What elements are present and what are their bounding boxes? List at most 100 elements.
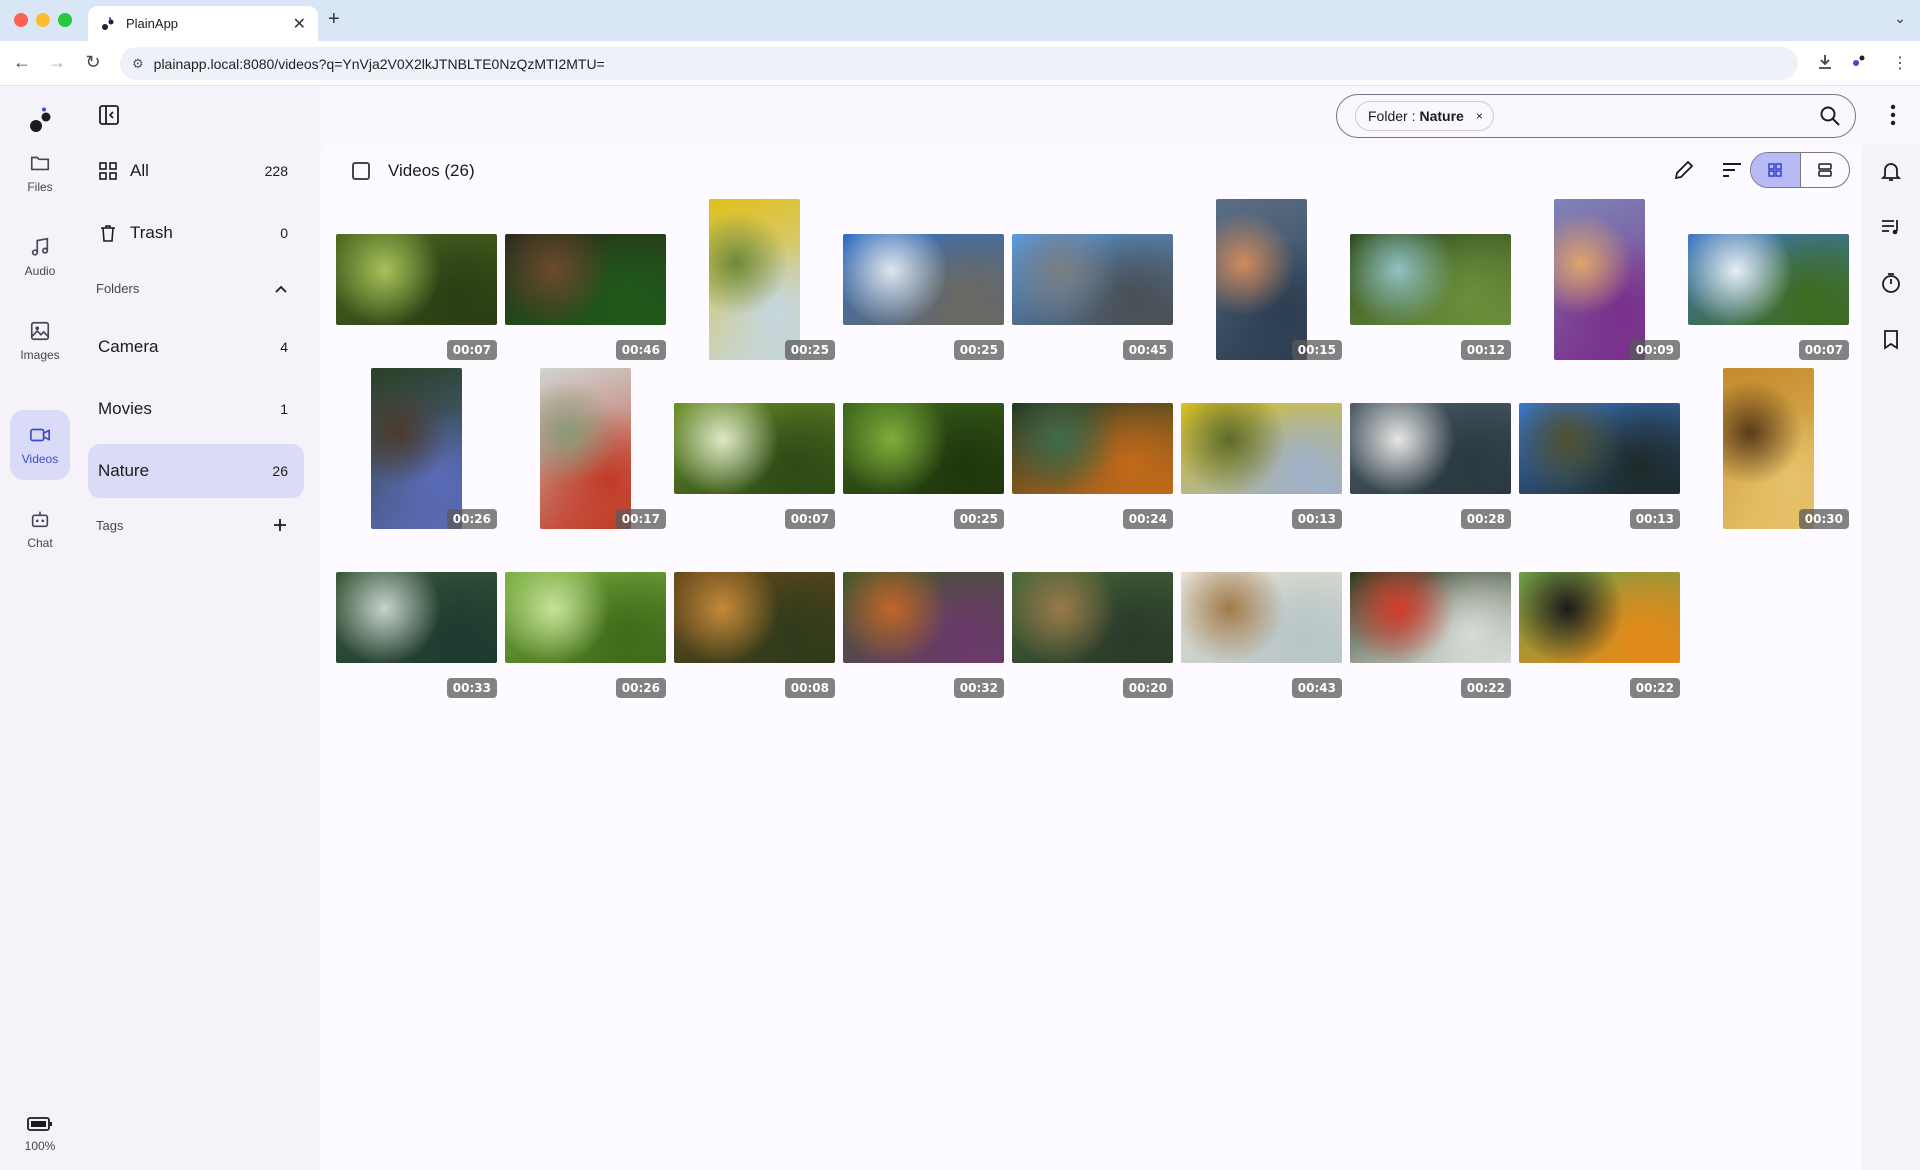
browser-address-bar: ← → ↻ ⚙ plainapp.local:8080/videos?q=YnV…	[0, 41, 1920, 86]
sidebar-item-nature[interactable]: Nature 26	[88, 444, 304, 498]
more-options-icon[interactable]	[1882, 102, 1904, 128]
reload-icon[interactable]: ↻	[82, 52, 104, 73]
select-all-checkbox[interactable]	[352, 162, 370, 180]
video-thumbnail[interactable]: 00:28	[1350, 368, 1511, 529]
video-duration-badge: 00:22	[1460, 678, 1511, 698]
video-thumbnail[interactable]: 00:09	[1519, 199, 1680, 360]
video-thumbnail[interactable]: 00:12	[1350, 199, 1511, 360]
right-action-bar	[1862, 144, 1920, 1170]
video-thumbnail[interactable]: 00:25	[843, 199, 1004, 360]
timer-icon[interactable]	[1880, 272, 1902, 294]
video-camera-icon	[30, 428, 50, 442]
rail-item-files[interactable]: Files	[10, 138, 70, 208]
video-preview-image	[1181, 403, 1342, 494]
folder-filter-chip[interactable]: Folder : Nature ×	[1355, 101, 1494, 131]
maximize-window-button[interactable]	[58, 13, 72, 27]
page-title: Videos (26)	[388, 161, 475, 180]
forward-arrow-icon[interactable]: →	[46, 52, 68, 73]
search-icon[interactable]	[1819, 105, 1841, 127]
video-preview-image	[336, 572, 497, 663]
video-thumbnail[interactable]: 00:07	[336, 199, 497, 360]
tab-close-icon[interactable]: ✕	[293, 14, 306, 34]
tab-title: PlainApp	[126, 16, 179, 31]
video-thumbnail[interactable]: 00:20	[1012, 537, 1173, 698]
video-thumbnail[interactable]: 00:30	[1688, 368, 1849, 529]
video-thumbnail[interactable]: 00:26	[336, 368, 497, 529]
video-thumbnail[interactable]: 00:45	[1012, 199, 1173, 360]
video-thumbnail[interactable]: 00:08	[674, 537, 835, 698]
rail-item-chat[interactable]: Chat	[10, 494, 70, 564]
video-thumbnail[interactable]: 00:13	[1519, 368, 1680, 529]
sidebar-item-all[interactable]: All 228	[88, 144, 304, 198]
add-tag-icon[interactable]	[272, 517, 288, 533]
chevron-up-icon[interactable]	[274, 282, 288, 296]
video-thumbnail[interactable]: 00:25	[674, 199, 835, 360]
video-thumbnail[interactable]: 00:22	[1350, 537, 1511, 698]
video-thumbnail[interactable]: 00:43	[1181, 537, 1342, 698]
video-preview-image	[674, 572, 835, 663]
video-thumbnail[interactable]: 00:13	[1181, 368, 1342, 529]
video-thumbnail[interactable]: 00:07	[674, 368, 835, 529]
list-view-button[interactable]	[1799, 153, 1850, 187]
rail-label-chat: Chat	[27, 536, 53, 550]
view-toggle	[1750, 152, 1850, 188]
plainapp-logo-icon[interactable]	[26, 106, 54, 134]
folders-heading: Folders	[96, 281, 140, 296]
notification-bell-icon[interactable]	[1880, 160, 1902, 182]
video-preview-image	[1350, 403, 1511, 494]
minimize-window-button[interactable]	[36, 13, 50, 27]
video-preview-image	[371, 368, 462, 529]
video-thumbnail[interactable]: 00:32	[843, 537, 1004, 698]
rail-item-images[interactable]: Images	[10, 306, 70, 376]
video-thumbnail[interactable]: 00:15	[1181, 199, 1342, 360]
video-thumbnail[interactable]: 00:24	[1012, 368, 1173, 529]
browser-tab-bar: PlainApp ✕ + ⌄	[0, 0, 1920, 41]
sort-icon[interactable]	[1720, 158, 1744, 182]
video-thumbnail[interactable]: 00:22	[1519, 537, 1680, 698]
chip-value: Nature	[1419, 108, 1464, 124]
grid-view-button[interactable]	[1751, 153, 1800, 187]
rail-item-audio[interactable]: Audio	[10, 222, 70, 292]
back-arrow-icon[interactable]: ←	[11, 52, 33, 73]
video-duration-badge: 00:22	[1629, 678, 1680, 698]
video-thumbnail[interactable]: 00:46	[505, 199, 666, 360]
url-field[interactable]: ⚙ plainapp.local:8080/videos?q=YnVja2V0X…	[120, 47, 1798, 80]
rail-label-videos: Videos	[21, 452, 59, 466]
sidebar-label-all: All	[130, 161, 149, 180]
rail-item-videos[interactable]: Videos	[10, 410, 70, 480]
close-window-button[interactable]	[14, 13, 28, 27]
video-duration-badge: 00:13	[1291, 509, 1342, 529]
sidebar-item-movies[interactable]: Movies 1	[88, 382, 304, 436]
video-preview-image	[843, 403, 1004, 494]
chip-remove-icon[interactable]: ×	[1476, 109, 1483, 123]
folder-count-camera: 4	[280, 339, 288, 355]
video-thumbnail[interactable]: 00:26	[505, 537, 666, 698]
bookmark-icon[interactable]	[1880, 328, 1902, 350]
edit-pencil-icon[interactable]	[1672, 158, 1696, 182]
sidebar-collapse-icon[interactable]	[98, 104, 120, 126]
browser-menu-icon[interactable]: ⋮	[1892, 53, 1908, 73]
battery-status: 100%	[0, 1116, 80, 1153]
new-tab-icon[interactable]: +	[328, 8, 340, 31]
grid-icon	[99, 162, 117, 180]
video-preview-image	[1216, 199, 1307, 360]
search-field[interactable]: Folder : Nature ×	[1336, 94, 1856, 138]
download-icon[interactable]	[1816, 53, 1834, 76]
playlist-icon[interactable]	[1880, 216, 1902, 238]
sidebar-item-trash[interactable]: Trash 0	[88, 206, 304, 260]
sidebar-item-camera[interactable]: Camera 4	[88, 320, 304, 374]
video-preview-image	[1350, 234, 1511, 325]
video-thumbnail[interactable]: 00:17	[505, 368, 666, 529]
folders-header[interactable]: Folders	[96, 281, 288, 296]
video-thumbnail[interactable]: 00:33	[336, 537, 497, 698]
video-duration-badge: 00:13	[1629, 509, 1680, 529]
video-thumbnail[interactable]: 00:25	[843, 368, 1004, 529]
site-info-icon[interactable]: ⚙	[132, 56, 144, 72]
tab-search-chevron-icon[interactable]: ⌄	[1894, 10, 1906, 27]
tags-heading: Tags	[96, 517, 124, 533]
video-thumbnail[interactable]: 00:07	[1688, 199, 1849, 360]
extension-icon[interactable]	[1852, 53, 1866, 72]
video-duration-badge: 00:25	[784, 340, 835, 360]
browser-tab[interactable]: PlainApp ✕	[88, 6, 318, 41]
navigation-rail: Files Audio Images Videos Chat 100%	[0, 86, 80, 1170]
